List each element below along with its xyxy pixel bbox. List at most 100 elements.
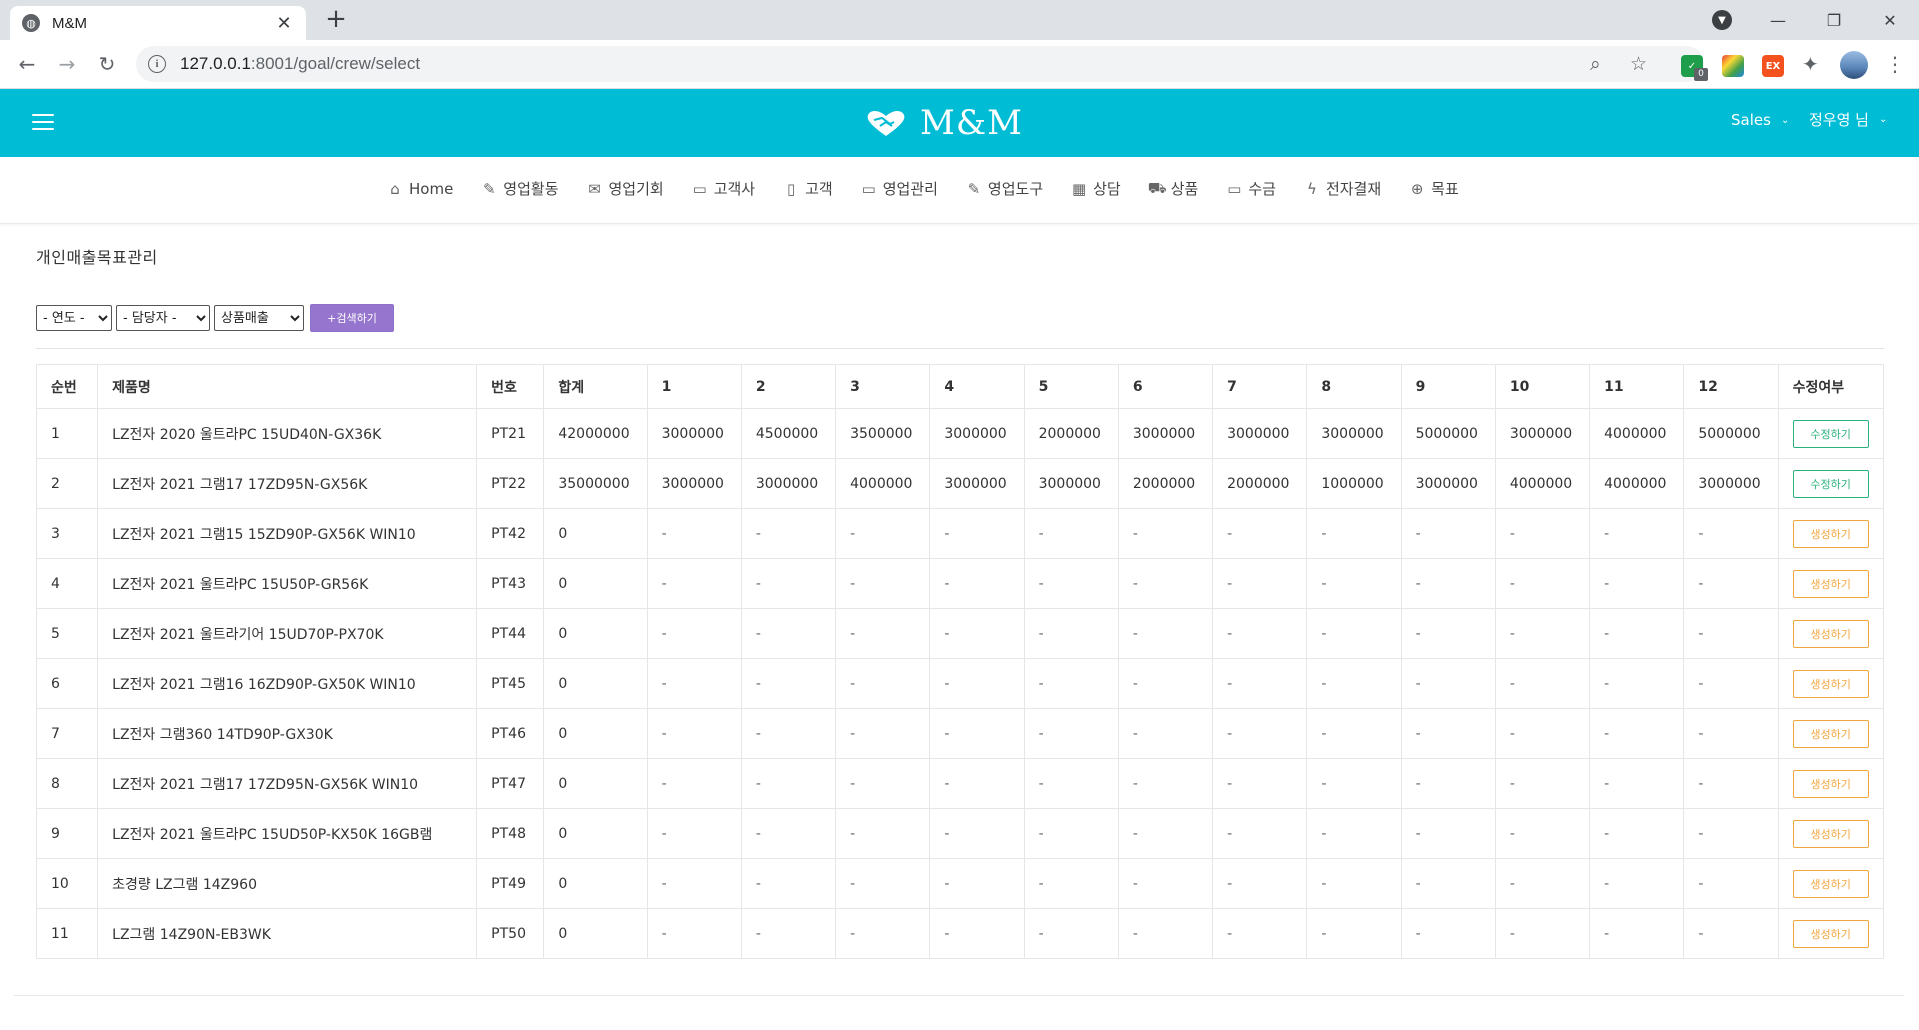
create-button[interactable]: 생성하기 bbox=[1792, 819, 1869, 848]
reload-icon[interactable]: ↻ bbox=[92, 50, 122, 80]
action-cell: 생성하기 bbox=[1777, 558, 1885, 609]
month-value-cell: 2000000 bbox=[1212, 458, 1308, 509]
site-info-icon[interactable]: i bbox=[148, 55, 166, 73]
extension-ex-icon[interactable]: EX bbox=[1762, 55, 1784, 77]
nav-item[interactable]: ϟ 전자결재 bbox=[1303, 178, 1381, 199]
user-dropdown[interactable]: 정우영 님 ⌄ bbox=[1809, 109, 1887, 130]
app-header: M&M Sales ⌄ 정우영 님 ⌄ bbox=[0, 89, 1919, 157]
create-button[interactable]: 생성하기 bbox=[1792, 869, 1869, 898]
role-dropdown[interactable]: Sales ⌄ bbox=[1731, 111, 1789, 129]
browser-menu-icon[interactable]: ⋮ bbox=[1885, 52, 1905, 76]
nav-item[interactable]: ✎ 영업도구 bbox=[965, 178, 1044, 199]
create-button[interactable]: 생성하기 bbox=[1792, 669, 1869, 698]
nav-item-label: 영업도구 bbox=[987, 180, 1044, 198]
create-button[interactable]: 생성하기 bbox=[1792, 769, 1869, 798]
action-cell: 생성하기 bbox=[1777, 508, 1885, 559]
create-button[interactable]: 생성하기 bbox=[1792, 919, 1869, 948]
column-header: 합계 bbox=[543, 364, 648, 409]
product-code-cell: PT46 bbox=[476, 708, 545, 759]
monitor-icon: ▭ bbox=[861, 179, 876, 198]
nav-item[interactable]: ▭ 수금 bbox=[1225, 178, 1276, 199]
table-row: 5 LZ전자 2021 울트라기어 15UD70P-PX70K PT44 0- - - - -… bbox=[35, 608, 1885, 659]
nav-item[interactable]: ✎ 영업활동 bbox=[480, 178, 559, 199]
main-nav: ⌂ Home ✎ 영업활동 ✉ 영업기회 ▭ 고객사 ▯ 고객 ▭ 영업관리 ✎ 영업도구 ▦ 상담 ⛟ 상품 ▭ 수… bbox=[0, 157, 1919, 224]
nav-item[interactable]: ▭ 고객사 bbox=[691, 178, 756, 199]
create-button[interactable]: 생성하기 bbox=[1792, 519, 1869, 548]
month-value-cell: - bbox=[1306, 658, 1402, 709]
month-value-cell: - bbox=[1306, 608, 1402, 659]
inbox-icon: ✉ bbox=[588, 179, 601, 198]
extensions-puzzle-icon[interactable]: ✦ bbox=[1802, 52, 1819, 76]
window-close-icon[interactable]: ✕ bbox=[1862, 0, 1918, 40]
month-value-cell: - bbox=[929, 758, 1025, 809]
table-row: 7 LZ전자 그램360 14TD90P-GX30K PT46 0- - - - - - - - - -… bbox=[35, 708, 1885, 759]
search-button[interactable]: +검색하기 bbox=[310, 304, 394, 332]
month-value-cell: - bbox=[835, 908, 931, 959]
profile-avatar[interactable] bbox=[1840, 51, 1868, 79]
close-icon[interactable]: ✕ bbox=[274, 13, 294, 34]
nav-item[interactable]: ▦ 상담 bbox=[1070, 178, 1121, 199]
column-header: 9 bbox=[1400, 364, 1496, 409]
nav-item[interactable]: ⌂ Home bbox=[386, 180, 453, 198]
month-value-cell: - bbox=[740, 708, 837, 759]
new-tab-plus-icon[interactable]: + bbox=[322, 6, 350, 34]
month-value-cell: - bbox=[1589, 808, 1685, 859]
browser-tab[interactable]: ◍ M&M ✕ bbox=[10, 6, 306, 40]
nav-item[interactable]: ⛟ 상품 bbox=[1148, 178, 1199, 199]
edit-icon: ✎ bbox=[967, 179, 981, 198]
create-button[interactable]: 생성하기 bbox=[1792, 719, 1869, 748]
month-value-cell: 3000000 bbox=[1494, 408, 1591, 459]
edit-button[interactable]: 수정하기 bbox=[1792, 469, 1869, 498]
action-cell: 생성하기 bbox=[1777, 858, 1885, 909]
month-value-cell: 1000000 bbox=[1306, 458, 1402, 509]
action-cell: 수정하기 bbox=[1777, 458, 1885, 509]
bookmark-star-icon[interactable]: ☆ bbox=[1630, 53, 1647, 75]
zoom-icon[interactable]: ⌕ bbox=[1590, 53, 1601, 75]
column-header: 제품명 bbox=[97, 364, 478, 409]
total-cell: 35000000 bbox=[543, 458, 648, 509]
extension-color-icon[interactable] bbox=[1722, 55, 1744, 77]
month-value-cell: - bbox=[1589, 908, 1685, 959]
nav-item[interactable]: ⊕ 목표 bbox=[1408, 178, 1459, 199]
total-cell: 0 bbox=[543, 658, 648, 709]
nav-item[interactable]: ▯ 고객 bbox=[782, 178, 833, 199]
minimize-icon[interactable]: — bbox=[1750, 0, 1806, 40]
month-value-cell: - bbox=[740, 608, 837, 659]
product-code-cell: PT21 bbox=[476, 408, 545, 459]
tab-title: M&M bbox=[52, 14, 87, 32]
create-button[interactable]: 생성하기 bbox=[1792, 569, 1869, 598]
column-header: 번호 bbox=[476, 364, 545, 409]
month-value-cell: - bbox=[1683, 658, 1779, 709]
create-button[interactable]: 생성하기 bbox=[1792, 619, 1869, 648]
cart-icon: ⛟ bbox=[1147, 178, 1167, 197]
month-value-cell: - bbox=[1400, 658, 1496, 709]
month-value-cell: 3000000 bbox=[929, 408, 1025, 459]
row-number-cell: 1 bbox=[35, 408, 99, 459]
target-icon: ⊕ bbox=[1410, 179, 1424, 198]
month-value-cell: - bbox=[646, 758, 742, 809]
month-value-cell: - bbox=[1306, 508, 1402, 559]
column-header: 2 bbox=[740, 364, 837, 409]
month-value-cell: 3000000 bbox=[1023, 458, 1119, 509]
hamburger-menu-icon[interactable] bbox=[32, 114, 54, 130]
forward-icon[interactable]: → bbox=[52, 50, 82, 80]
manager-select[interactable]: - 담당자 - bbox=[116, 305, 210, 331]
home-icon: ⌂ bbox=[390, 179, 400, 198]
address-bar[interactable]: i 127.0.0.1:8001/goal/crew/select ⌕ ☆ bbox=[136, 46, 1704, 82]
table-row: 6 LZ전자 2021 그램16 16ZD90P-GX50K WIN10 PT45 0… bbox=[35, 658, 1885, 709]
tab-search-icon[interactable]: ▼ bbox=[1712, 10, 1732, 30]
edit-button[interactable]: 수정하기 bbox=[1792, 419, 1869, 448]
type-select[interactable]: 상품매출 bbox=[214, 305, 304, 331]
restore-icon[interactable]: ❐ bbox=[1806, 0, 1862, 40]
nav-item[interactable]: ▭ 영업관리 bbox=[860, 178, 938, 199]
nav-item-label: Home bbox=[409, 179, 454, 198]
month-value-cell: - bbox=[1494, 758, 1591, 809]
back-icon[interactable]: ← bbox=[12, 50, 42, 80]
nav-item[interactable]: ✉ 영업기회 bbox=[586, 178, 664, 199]
month-value-cell: - bbox=[1117, 608, 1214, 659]
total-cell: 0 bbox=[543, 758, 648, 809]
brand-logo[interactable]: M&M bbox=[864, 101, 1023, 145]
table-row: 9 LZ전자 2021 울트라PC 15UD50P-KX50K 16GB램 PT48… bbox=[35, 808, 1885, 859]
mobile-icon: ▯ bbox=[786, 179, 796, 198]
year-select[interactable]: - 연도 - bbox=[36, 305, 112, 331]
